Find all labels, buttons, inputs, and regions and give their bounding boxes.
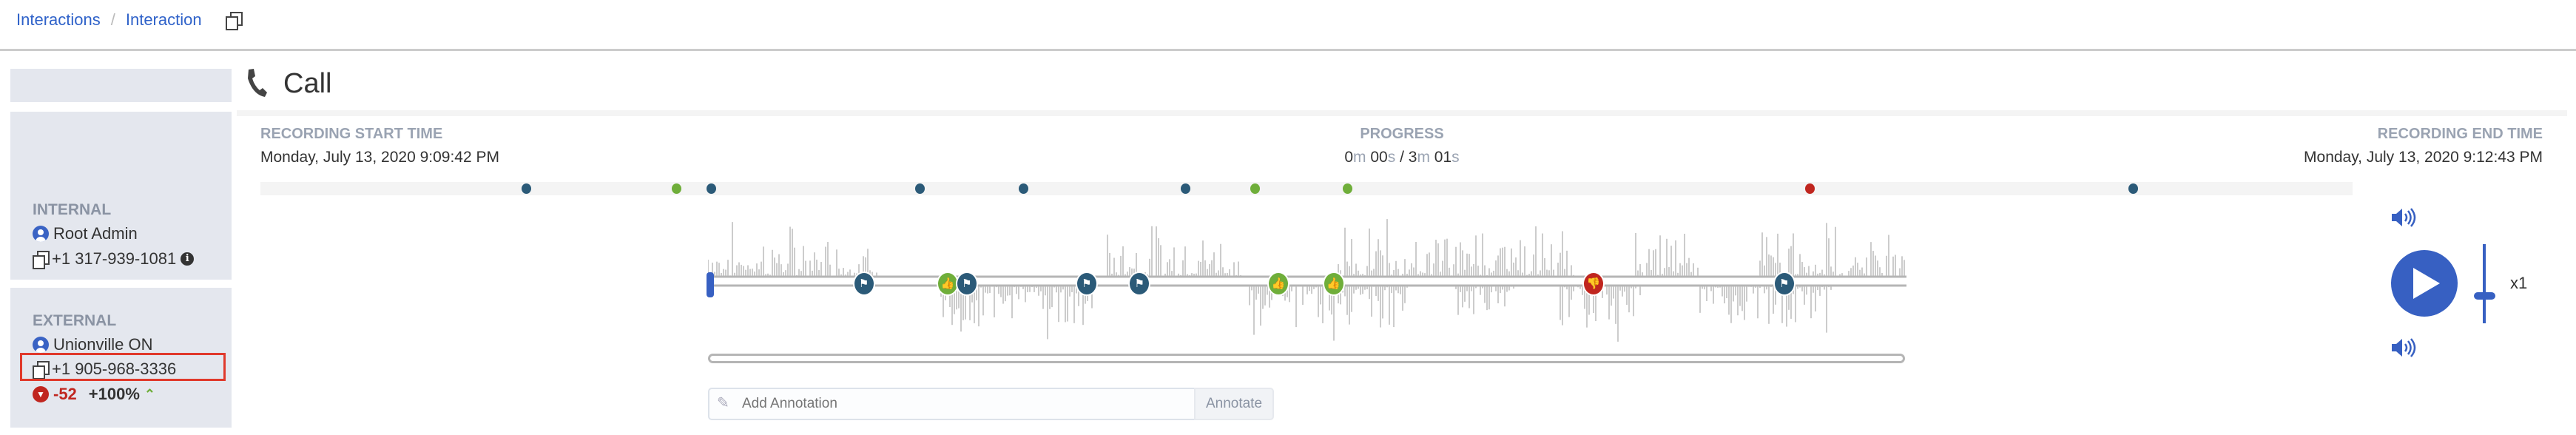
thumbs-down-icon: ▼	[33, 386, 49, 402]
breadcrumb-separator: /	[110, 10, 115, 29]
internal-name: Root Admin	[53, 224, 138, 243]
pencil-icon: ✎	[717, 395, 729, 411]
page-title: Call	[283, 68, 332, 99]
annotate-button[interactable]: Annotate	[1194, 388, 1274, 420]
end-time: Monday, July 13, 2020 9:12:43 PM	[2304, 149, 2543, 166]
playhead-handle[interactable]	[707, 272, 714, 297]
avatar	[33, 226, 49, 242]
copy-icon[interactable]	[33, 251, 50, 269]
timeline-event-bookmark[interactable]	[707, 183, 717, 194]
bookmark-marker-icon[interactable]: ⚑	[1773, 272, 1796, 296]
timeline-event-negative[interactable]	[1804, 183, 1815, 194]
external-label: EXTERNAL	[33, 312, 117, 329]
panel-top	[10, 69, 232, 102]
internal-label: INTERNAL	[33, 201, 112, 218]
progress-readout: 0m 00s / 3m 01s	[1344, 149, 1460, 166]
timeline-event-positive[interactable]	[1250, 183, 1260, 194]
timeline-event-positive[interactable]	[1342, 183, 1352, 194]
timeline-event-positive[interactable]	[672, 183, 682, 194]
event-timeline[interactable]	[260, 182, 2353, 195]
negative-marker-icon[interactable]: 👎	[1582, 272, 1605, 296]
bookmark-marker-icon[interactable]: ⚑	[955, 272, 978, 296]
timeline-event-bookmark[interactable]	[522, 183, 532, 194]
breadcrumb-interactions[interactable]: Interactions	[16, 10, 101, 30]
start-time: Monday, July 13, 2020 9:09:42 PM	[260, 149, 499, 166]
double-chevron-up-icon: ⌃	[144, 386, 156, 402]
play-button[interactable]	[2391, 250, 2458, 317]
positive-marker-icon[interactable]: 👍	[1267, 272, 1290, 296]
scrub-bar[interactable]	[708, 354, 1905, 363]
waveform-markers: ⚑ 👍 ⚑ ⚑ ⚑ 👍 👍 👎 ⚑	[708, 272, 1906, 296]
avatar	[33, 337, 49, 353]
timeline-event-bookmark[interactable]	[1180, 183, 1190, 194]
speed-label: x1	[2510, 274, 2528, 292]
divider	[0, 49, 2576, 51]
internal-phone: +1 317-939-1081	[52, 249, 177, 268]
header-divider	[237, 110, 2567, 116]
sentiment-change: +100%	[88, 385, 140, 403]
bookmark-marker-icon[interactable]: ⚑	[852, 272, 875, 296]
annotation-input[interactable]	[708, 388, 1194, 420]
end-time-label: RECORDING END TIME	[2377, 126, 2543, 142]
bookmark-marker-icon[interactable]: ⚑	[1075, 272, 1098, 296]
breadcrumb-interaction[interactable]: Interaction	[126, 10, 202, 30]
timeline-event-bookmark[interactable]	[1019, 183, 1029, 194]
sentiment-score: -52	[53, 385, 77, 403]
volume-icon[interactable]	[2390, 337, 2417, 358]
external-name: Unionville ON	[53, 335, 153, 354]
waveform[interactable]	[708, 215, 1906, 348]
bookmark-marker-icon[interactable]: ⚑	[1128, 272, 1151, 296]
phone-icon	[248, 69, 267, 97]
info-icon[interactable]: i	[181, 252, 195, 266]
progress-label: PROGRESS	[1360, 126, 1444, 142]
start-time-label: RECORDING START TIME	[260, 126, 443, 142]
positive-marker-icon[interactable]: 👍	[1322, 272, 1345, 296]
internal-panel: INTERNAL Root Admin +1 317-939-1081 i	[10, 112, 232, 280]
speed-slider-handle[interactable]	[2474, 291, 2495, 300]
breadcrumb: Interactions / Interaction	[16, 10, 243, 30]
highlight-box	[20, 353, 226, 381]
copy-icon[interactable]	[225, 12, 243, 30]
timeline-event-bookmark[interactable]	[2128, 183, 2139, 194]
timeline-event-bookmark[interactable]	[914, 183, 925, 194]
speed-slider[interactable]	[2483, 244, 2486, 323]
volume-icon[interactable]	[2390, 207, 2417, 228]
